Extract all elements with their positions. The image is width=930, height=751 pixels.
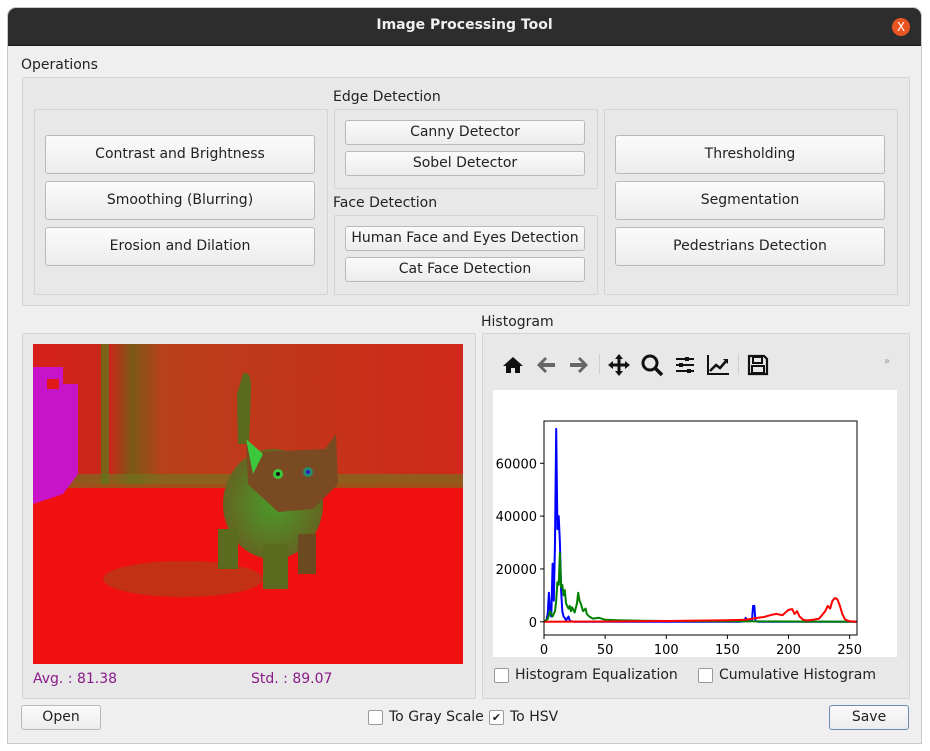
histogram-equalization-checkbox[interactable]: Histogram Equalization (494, 667, 678, 683)
hsv-label: To HSV (510, 709, 559, 725)
y-tick-label: 20000 (496, 563, 537, 578)
y-tick-label: 40000 (496, 510, 537, 525)
x-tick-label: 50 (597, 643, 614, 657)
cumulative-histogram-label: Cumulative Histogram (719, 667, 876, 683)
gray-scale-box[interactable] (368, 709, 383, 725)
histogram-equalization-box[interactable] (494, 667, 509, 683)
cumulative-histogram-checkbox[interactable]: Cumulative Histogram (698, 667, 876, 683)
histogram-equalization-label: Histogram Equalization (515, 667, 678, 683)
subplots-icon[interactable] (672, 352, 698, 378)
toolbar-separator (738, 354, 739, 374)
magenta-hole (47, 379, 59, 389)
toolbar-overflow-button[interactable]: » (884, 356, 890, 367)
plot-frame (543, 420, 858, 636)
edit-axis-icon[interactable] (705, 352, 731, 378)
save-button[interactable]: Save (829, 705, 909, 730)
window-title: Image Processing Tool (376, 17, 553, 33)
cat-face-button[interactable]: Cat Face Detection (345, 257, 585, 282)
y-tick-label: 0 (529, 616, 537, 631)
thresholding-button[interactable]: Thresholding (615, 135, 885, 174)
gray-scale-checkbox[interactable]: To Gray Scale (368, 709, 484, 725)
toolbar-separator (599, 354, 600, 374)
title-bar: Image Processing Tool X (8, 8, 921, 46)
cat-leg-back (298, 534, 316, 574)
save-icon[interactable] (745, 352, 771, 378)
histogram-label: Histogram (481, 314, 554, 330)
series-line-blue (543, 427, 857, 623)
face-detection-label: Face Detection (333, 195, 438, 211)
canny-detector-button[interactable]: Canny Detector (345, 120, 585, 145)
human-face-eyes-button[interactable]: Human Face and Eyes Detection (345, 226, 585, 251)
erosion-dilation-button[interactable]: Erosion and Dilation (45, 227, 315, 266)
hsv-checkbox[interactable]: ✔ To HSV (489, 709, 558, 725)
segmentation-button[interactable]: Segmentation (615, 181, 885, 220)
x-tick-label: 250 (837, 643, 862, 657)
processed-image (33, 344, 463, 664)
x-tick-label: 100 (654, 643, 679, 657)
cat-leg-right (263, 544, 288, 589)
pedestrians-detection-button[interactable]: Pedestrians Detection (615, 227, 885, 266)
cat-leg-left (218, 529, 238, 569)
forward-arrow-icon[interactable] (566, 352, 592, 378)
edge-detection-label: Edge Detection (333, 89, 441, 105)
histogram-chart: 0 50 100 150 200 250 0 20000 40000 60000 (496, 420, 862, 657)
zoom-icon[interactable] (639, 352, 665, 378)
average-value: Avg. : 81.38 (33, 671, 118, 687)
contrast-brightness-button[interactable]: Contrast and Brightness (45, 135, 315, 174)
sobel-detector-button[interactable]: Sobel Detector (345, 151, 585, 176)
x-tick-label: 150 (715, 643, 740, 657)
series-line-green (543, 552, 858, 623)
home-icon[interactable] (500, 352, 526, 378)
cat-pupil-right (306, 470, 310, 474)
cumulative-histogram-box[interactable] (698, 667, 713, 683)
x-tick-label: 0 (540, 643, 548, 657)
door-edge (101, 344, 109, 484)
close-button[interactable]: X (892, 18, 910, 36)
open-button[interactable]: Open (21, 705, 101, 730)
cat-pupil-left (276, 472, 280, 476)
x-tick-label: 200 (776, 643, 801, 657)
smoothing-button[interactable]: Smoothing (Blurring) (45, 181, 315, 220)
operations-label: Operations (21, 57, 98, 73)
hsv-box[interactable]: ✔ (489, 709, 504, 725)
back-arrow-icon[interactable] (533, 352, 559, 378)
pan-icon[interactable] (606, 352, 632, 378)
std-value: Std. : 89.07 (251, 671, 333, 687)
y-tick-label: 60000 (496, 457, 537, 472)
shadow (103, 561, 263, 597)
gray-scale-label: To Gray Scale (389, 709, 484, 725)
